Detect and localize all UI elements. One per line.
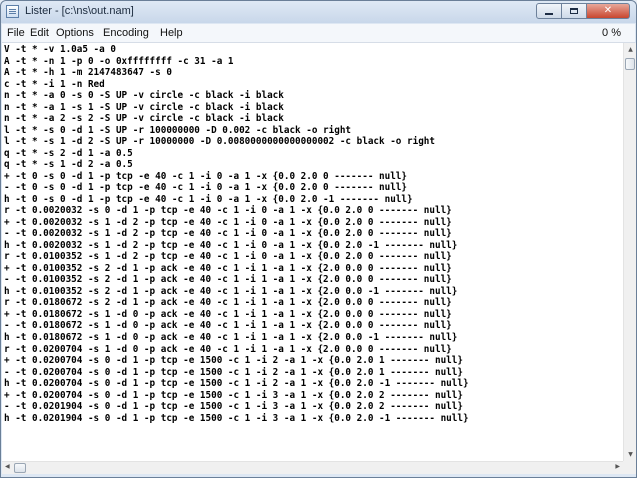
- lister-window: Lister - [c:\ns\out.nam] ✕ File Edit Opt…: [0, 0, 637, 478]
- text-line: r -t 0.0180672 -s 2 -d 1 -p ack -e 40 -c…: [4, 297, 452, 309]
- text-line: A -t * -n 1 -p 0 -o 0xffffffff -c 31 -a …: [4, 55, 234, 67]
- title-bar[interactable]: Lister - [c:\ns\out.nam] ✕: [1, 1, 636, 23]
- text-line: h -t 0.0020032 -s 1 -d 2 -p tcp -e 40 -c…: [4, 239, 458, 251]
- text-line: + -t 0.0200704 -s 0 -d 1 -p tcp -e 1500 …: [4, 355, 463, 367]
- resize-grip[interactable]: [623, 461, 636, 474]
- text-line: - -t 0.0201904 -s 0 -d 1 -p tcp -e 1500 …: [4, 401, 463, 413]
- text-line: - -t 0 -s 0 -d 1 -p tcp -e 40 -c 1 -i 0 …: [4, 182, 407, 194]
- menu-bar: File Edit Options Encoding Help 0 %: [2, 24, 635, 43]
- text-line: l -t * -s 0 -d 1 -S UP -r 100000000 -D 0…: [4, 124, 352, 136]
- close-button[interactable]: ✕: [587, 3, 630, 19]
- text-line: + -t 0.0180672 -s 1 -d 0 -p ack -e 40 -c…: [4, 308, 452, 320]
- text-line: r -t 0.0100352 -s 1 -d 2 -p tcp -e 40 -c…: [4, 251, 452, 263]
- text-line: + -t 0.0200704 -s 0 -d 1 -p tcp -e 1500 …: [4, 389, 463, 401]
- minimize-button[interactable]: [536, 3, 562, 19]
- text-line: c -t * -i 1 -n Red: [4, 78, 105, 90]
- scroll-right-icon[interactable]: ▶: [615, 463, 620, 470]
- scroll-left-icon[interactable]: ◀: [5, 463, 10, 470]
- text-line: + -t 0 -s 0 -d 1 -p tcp -e 40 -c 1 -i 0 …: [4, 170, 407, 182]
- text-line: n -t * -a 2 -s 2 -S UP -v circle -c blac…: [4, 113, 284, 125]
- text-line: n -t * -a 0 -s 0 -S UP -v circle -c blac…: [4, 90, 284, 102]
- text-line: + -t 0.0020032 -s 1 -d 2 -p tcp -e 40 -c…: [4, 216, 452, 228]
- text-line: - -t 0.0200704 -s 0 -d 1 -p tcp -e 1500 …: [4, 366, 463, 378]
- maximize-button[interactable]: [562, 3, 587, 19]
- text-line: - -t 0.0020032 -s 1 -d 2 -p tcp -e 40 -c…: [4, 228, 452, 240]
- text-line: - -t 0.0100352 -s 2 -d 1 -p ack -e 40 -c…: [4, 274, 452, 286]
- menu-options[interactable]: Options: [56, 27, 94, 39]
- maximize-icon: [570, 8, 578, 14]
- menu-help[interactable]: Help: [160, 27, 183, 39]
- progress-percent: 0 %: [602, 27, 621, 39]
- text-line: h -t 0 -s 0 -d 1 -p tcp -e 40 -c 1 -i 0 …: [4, 193, 413, 205]
- caption-buttons: ✕: [536, 3, 630, 20]
- text-line: h -t 0.0200704 -s 0 -d 1 -p tcp -e 1500 …: [4, 378, 469, 390]
- text-line: l -t * -s 1 -d 2 -S UP -r 10000000 -D 0.…: [4, 136, 435, 148]
- menu-edit[interactable]: Edit: [30, 27, 49, 39]
- text-line: A -t * -h 1 -m 2147483647 -s 0: [4, 67, 172, 79]
- file-content-view[interactable]: V -t * -v 1.0a5 -a 0A -t * -n 1 -p 0 -o …: [2, 43, 623, 461]
- text-line: V -t * -v 1.0a5 -a 0: [4, 44, 116, 55]
- close-icon: ✕: [603, 5, 613, 16]
- menu-file[interactable]: File: [7, 27, 25, 39]
- text-line: + -t 0.0100352 -s 2 -d 1 -p ack -e 40 -c…: [4, 262, 452, 274]
- text-line: q -t * -s 1 -d 2 -a 0.5: [4, 159, 133, 171]
- window-title: Lister - [c:\ns\out.nam]: [25, 5, 134, 17]
- text-line: r -t 0.0200704 -s 1 -d 0 -p ack -e 40 -c…: [4, 343, 452, 355]
- text-line: h -t 0.0100352 -s 2 -d 1 -p ack -e 40 -c…: [4, 285, 458, 297]
- scroll-up-icon[interactable]: ▲: [625, 46, 636, 53]
- vertical-scroll-thumb[interactable]: [625, 58, 635, 70]
- text-line: n -t * -a 1 -s 1 -S UP -v circle -c blac…: [4, 101, 284, 113]
- text-line: - -t 0.0180672 -s 1 -d 0 -p ack -e 40 -c…: [4, 320, 452, 332]
- menu-encoding[interactable]: Encoding: [103, 27, 149, 39]
- vertical-scrollbar[interactable]: ▲ ▼: [623, 43, 636, 461]
- text-line: q -t * -s 2 -d 1 -a 0.5: [4, 147, 133, 159]
- text-line: r -t 0.0020032 -s 0 -d 1 -p tcp -e 40 -c…: [4, 205, 452, 217]
- horizontal-scroll-thumb[interactable]: [14, 463, 26, 473]
- scroll-down-icon[interactable]: ▼: [625, 451, 636, 458]
- lister-app-icon[interactable]: [6, 5, 19, 18]
- horizontal-scrollbar[interactable]: ◀ ▶: [2, 461, 623, 474]
- minimize-icon: [545, 12, 553, 15]
- text-line: h -t 0.0201904 -s 0 -d 1 -p tcp -e 1500 …: [4, 412, 469, 424]
- text-line: h -t 0.0180672 -s 1 -d 0 -p ack -e 40 -c…: [4, 332, 458, 343]
